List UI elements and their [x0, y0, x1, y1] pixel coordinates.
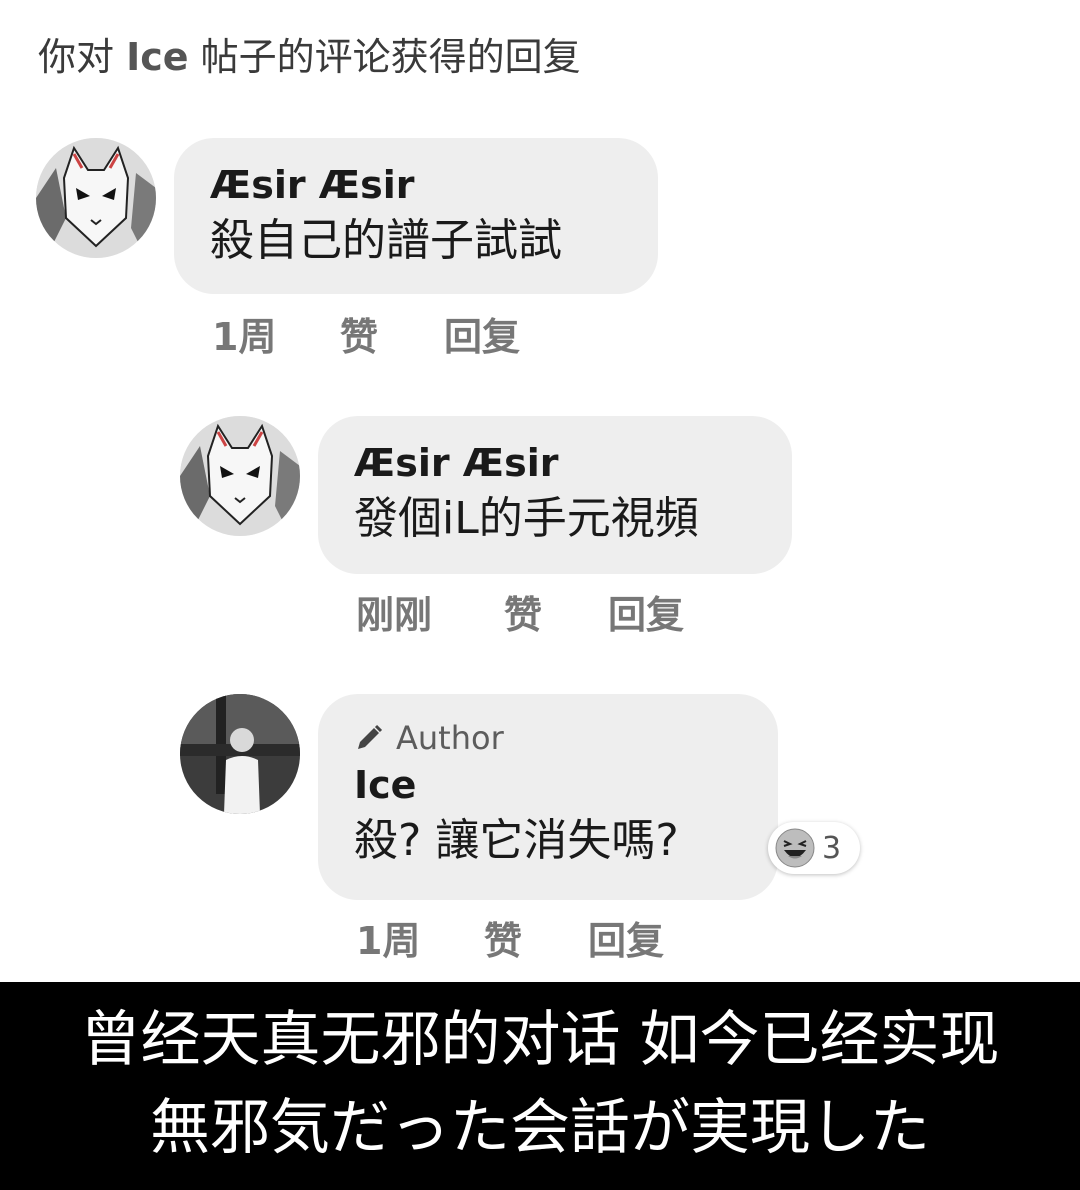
- author-badge: Author: [354, 716, 744, 760]
- reply-button[interactable]: 回复: [608, 584, 684, 639]
- fox-mask-avatar-icon: [36, 138, 156, 258]
- like-button[interactable]: 赞: [504, 584, 608, 639]
- comment-timestamp[interactable]: 1周: [212, 306, 340, 361]
- commenter-name[interactable]: Ice: [354, 760, 744, 810]
- avatar[interactable]: [36, 138, 156, 258]
- avatar[interactable]: [180, 416, 300, 536]
- avatar[interactable]: [180, 694, 300, 814]
- author-badge-label: Author: [396, 719, 504, 757]
- person-photo-avatar-icon: [180, 694, 300, 814]
- post-author-name[interactable]: Ice: [126, 35, 188, 79]
- like-button[interactable]: 赞: [484, 910, 588, 965]
- comment-actions: 1周 赞 回复: [212, 306, 520, 361]
- caption-line-chinese: 曾经天真无邪的对话 如今已经实现: [80, 1005, 1000, 1075]
- caption-line-japanese: 無邪気だった会話が実現した: [150, 1093, 930, 1163]
- reaction-summary[interactable]: 3: [768, 822, 860, 874]
- reaction-count: 3: [822, 830, 842, 866]
- comment-text: 發個iL的手元視頻: [354, 493, 699, 544]
- commenter-name[interactable]: Æsir Æsir: [210, 160, 624, 210]
- comment-bubble: Æsir Æsir 殺自己的譜子試試: [174, 138, 658, 294]
- comment-actions: 刚刚 赞 回复: [356, 584, 684, 639]
- comment-timestamp[interactable]: 1周: [356, 910, 484, 965]
- comment-actions: 1周 赞 回复: [356, 910, 664, 965]
- caption-overlay: 曾经天真无邪的对话 如今已经实现 無邪気だった会話が実現した: [0, 982, 1080, 1190]
- comment-timestamp[interactable]: 刚刚: [356, 584, 504, 639]
- title-suffix: 帖子的评论获得的回复: [188, 35, 581, 79]
- comment-text: 殺自己的譜子試試: [210, 215, 562, 266]
- title-prefix: 你对: [38, 35, 127, 79]
- comment-bubble: Author Ice 殺? 讓它消失嗎?: [318, 694, 778, 900]
- notification-title: 你对 Ice 帖子的评论获得的回复: [38, 26, 581, 81]
- fox-mask-avatar-icon: [180, 416, 300, 536]
- laughing-emoji-icon: [775, 828, 815, 868]
- reply-button[interactable]: 回复: [444, 306, 520, 361]
- commenter-name[interactable]: Æsir Æsir: [354, 438, 758, 488]
- pencil-icon: [358, 724, 383, 749]
- reply-button[interactable]: 回复: [588, 910, 664, 965]
- like-button[interactable]: 赞: [340, 306, 444, 361]
- comment-text: 殺? 讓它消失嗎?: [354, 815, 679, 866]
- comment-bubble: Æsir Æsir 發個iL的手元視頻: [318, 416, 792, 574]
